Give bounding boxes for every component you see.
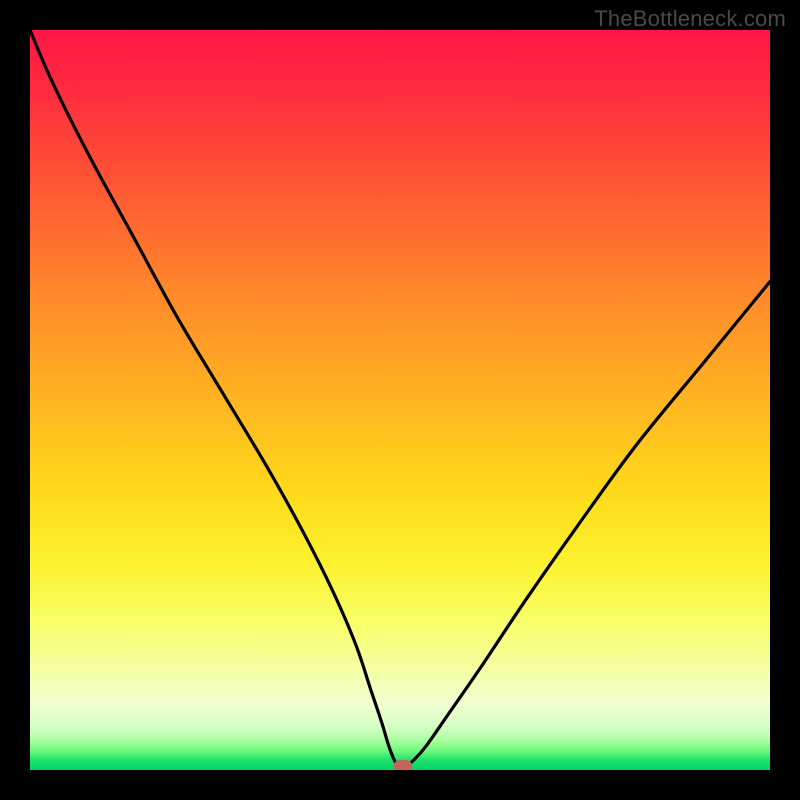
bottleneck-curve (30, 30, 770, 767)
curve-layer (30, 30, 770, 770)
chart-frame: TheBottleneck.com (0, 0, 800, 800)
plot-area (30, 30, 770, 770)
watermark-text: TheBottleneck.com (594, 6, 786, 32)
optimum-marker (394, 760, 412, 770)
